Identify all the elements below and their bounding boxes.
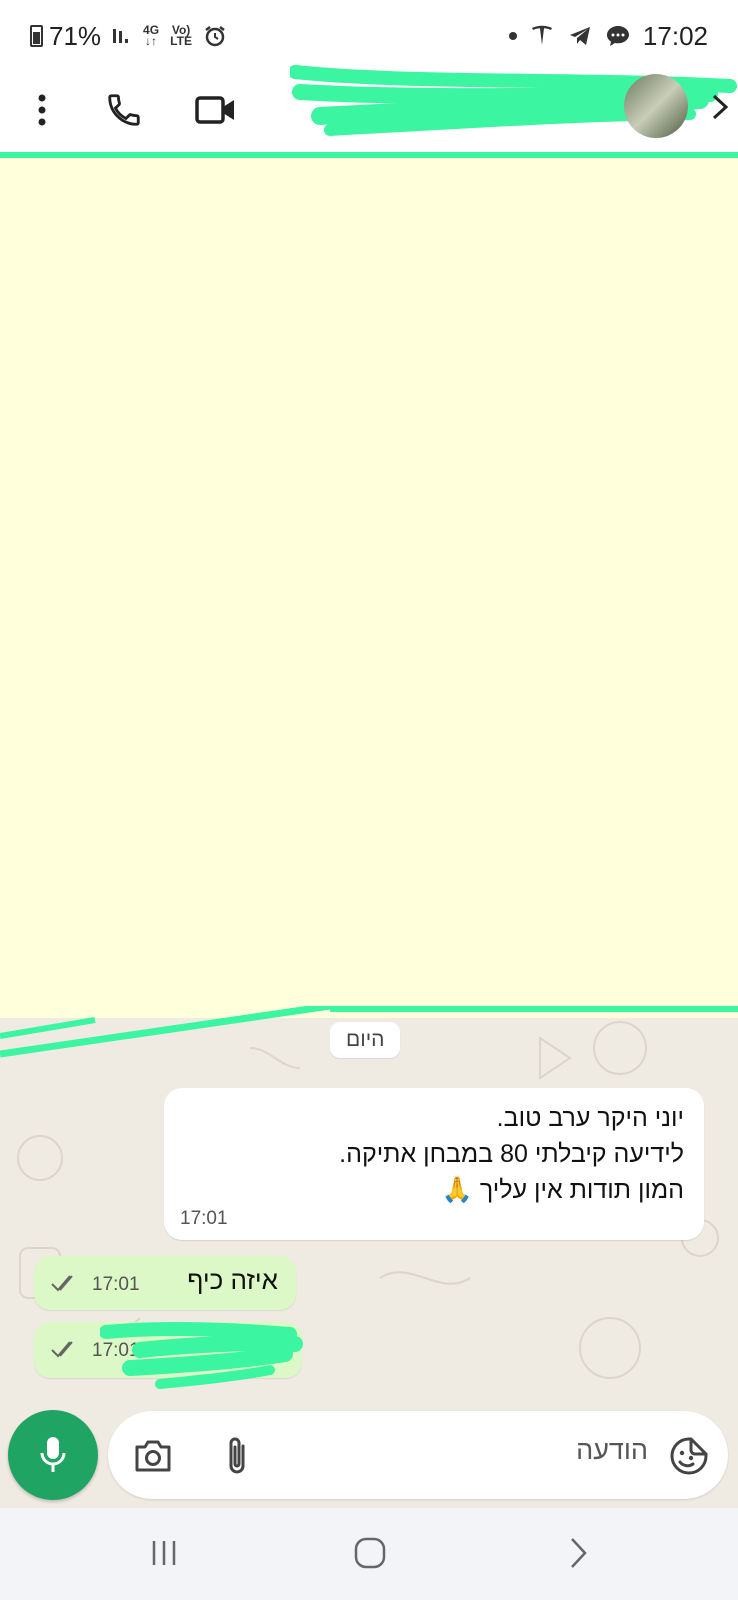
read-ticks-icon xyxy=(51,1275,73,1292)
volte-icon: Vo) LTE xyxy=(170,23,192,48)
message-line: המון תודות אין עליך 🙏 xyxy=(441,1176,684,1204)
telegram-icon xyxy=(569,27,590,45)
outgoing-message-text: איזה כיף xyxy=(187,1265,278,1295)
notification-dot-icon xyxy=(508,32,517,40)
network-icon: 4G ↓↑ xyxy=(143,23,160,48)
more-vert-icon xyxy=(38,94,46,126)
system-nav-bar xyxy=(0,1508,738,1600)
status-right: 17:02 xyxy=(508,20,708,52)
incoming-message[interactable]: יוני היקר ערב טוב. לידיעה קיבלתי 80 במבח… xyxy=(164,1088,704,1240)
status-bar: 71% 4G ↓↑ Vo) LTE 17:02 xyxy=(0,0,738,70)
battery-indicator: 71% xyxy=(30,21,101,52)
outgoing-message[interactable]: 17:01 xyxy=(34,1322,302,1378)
compose-bar xyxy=(0,1400,738,1508)
message-time: 17:01 xyxy=(92,1274,140,1295)
status-time: 17:02 xyxy=(642,20,708,51)
battery-icon xyxy=(30,25,43,47)
back-icon xyxy=(571,1538,587,1568)
back-button[interactable] xyxy=(710,92,730,130)
voice-call-button[interactable] xyxy=(94,80,154,140)
status-left: 71% 4G ↓↑ Vo) LTE xyxy=(30,20,227,52)
mic-icon xyxy=(40,1437,66,1472)
network-label: 4G xyxy=(143,23,160,37)
read-ticks-icon xyxy=(51,1341,73,1358)
phone-icon xyxy=(108,94,140,126)
signal-icon xyxy=(113,29,129,43)
message-input[interactable] xyxy=(348,1435,648,1466)
attach-button[interactable] xyxy=(212,1429,262,1483)
back-nav-button[interactable] xyxy=(548,1528,608,1578)
messages-icon xyxy=(606,26,629,46)
home-button[interactable] xyxy=(340,1528,400,1578)
mic-button[interactable] xyxy=(8,1410,98,1500)
sticker-icon xyxy=(670,1437,708,1475)
back-arrow-icon xyxy=(712,94,729,120)
alarm-icon xyxy=(205,26,225,47)
more-options-button[interactable] xyxy=(12,80,72,140)
home-icon xyxy=(354,1537,386,1569)
video-call-button[interactable] xyxy=(186,80,246,140)
recents-button[interactable] xyxy=(134,1528,194,1578)
compose-box xyxy=(108,1411,728,1499)
message-time: 17:01 xyxy=(92,1340,140,1361)
incoming-message-text: יוני היקר ערב טוב. לידיעה קיבלתי 80 במבח… xyxy=(184,1100,684,1208)
redacted-messages-area xyxy=(0,158,738,1020)
avatar[interactable] xyxy=(624,74,688,138)
battery-level: 71% xyxy=(49,20,102,51)
tesla-icon xyxy=(531,25,552,45)
chat-header: עליך xyxy=(0,65,738,154)
video-call-icon xyxy=(195,96,234,124)
sticker-button[interactable] xyxy=(664,1431,714,1481)
camera-button[interactable] xyxy=(128,1431,178,1481)
camera-icon xyxy=(135,1440,171,1472)
message-time: 17:01 xyxy=(180,1208,228,1229)
message-line: לידיעה קיבלתי 80 במבחן אתיקה. xyxy=(339,1140,684,1168)
contact-name[interactable]: עליך xyxy=(308,88,608,119)
message-line: יוני היקר ערב טוב. xyxy=(496,1104,684,1132)
attach-icon xyxy=(229,1437,245,1474)
date-chip: היום xyxy=(330,1022,401,1058)
recents-icon xyxy=(152,1541,176,1565)
outgoing-message[interactable]: 17:01 איזה כיף xyxy=(34,1256,296,1310)
